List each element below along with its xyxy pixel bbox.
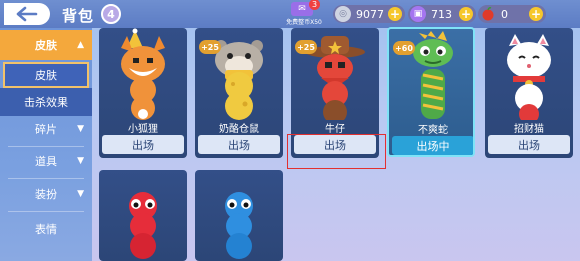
sidebar-item-fragments[interactable]: 碎片 ▼ — [0, 114, 92, 144]
skin-name: 小狐狸 — [128, 124, 158, 135]
free-coupon-button[interactable]: ✉ 3 免费整币X50 — [278, 0, 328, 27]
skin-card-lucky-cat[interactable]: 招财猫 出场 — [485, 28, 573, 158]
skin-name: 不爽蛇 — [418, 125, 448, 136]
bonus-badge: +60 — [393, 41, 415, 55]
level-badge: 4 — [101, 4, 121, 24]
skin-card-fox[interactable]: 小狐狸 出场 — [99, 28, 187, 158]
skin-card-red-snake[interactable] — [99, 170, 187, 261]
apple-icon — [480, 6, 496, 22]
gift-ticket-icon: ▣ — [410, 6, 426, 22]
top-bar: 背包 4 ✉ 3 免费整币X50 ◎ 9077 + ▣ 713 + 0 + — [0, 0, 580, 28]
lucky-cat-skin-image — [507, 34, 551, 124]
red-snake-skin-image — [129, 192, 157, 259]
bonus-badge: +25 — [199, 40, 221, 54]
deploy-button[interactable]: 出场 — [198, 135, 280, 154]
chevron-up-icon: ▲ — [77, 40, 84, 50]
sidebar-item-props[interactable]: 道具 ▼ — [0, 146, 92, 176]
highlight-annotation — [287, 134, 386, 169]
sidebar-item-skin[interactable]: 皮肤 ▲ — [0, 30, 92, 60]
silver-coin-icon: ◎ — [335, 6, 351, 22]
skin-name: 奶酪仓鼠 — [219, 124, 259, 135]
skin-card-snake[interactable]: +60 不爽蛇 出场中 — [387, 27, 475, 157]
skin-name: 牛仔 — [325, 124, 345, 135]
coupon-label: 免费整币X50 — [286, 19, 322, 26]
back-arrow-icon — [16, 6, 38, 22]
notification-badge: 3 — [309, 0, 320, 10]
ticket-counter: ▣ 713 + — [408, 5, 476, 23]
sidebar-subitem-skin[interactable]: 皮肤 — [3, 62, 89, 88]
sidebar-subitem-kill-effect[interactable]: 击杀效果 — [0, 88, 92, 116]
back-button[interactable] — [4, 3, 50, 25]
divider — [8, 211, 84, 212]
deploy-button[interactable]: 出场 — [488, 135, 570, 154]
fox-skin-image — [121, 28, 165, 120]
bonus-badge: +25 — [295, 40, 317, 54]
chevron-down-icon: ▼ — [77, 189, 84, 199]
skin-card-hamster[interactable]: +25 奶酪仓鼠 出场 — [195, 28, 283, 158]
add-apple-button[interactable]: + — [529, 7, 543, 21]
silver-coin-counter: ◎ 9077 + — [333, 5, 405, 23]
sidebar-item-emotes[interactable]: 表情 — [0, 214, 92, 244]
apple-counter: 0 + — [478, 5, 546, 23]
sidebar: 皮肤 ▲ 皮肤 击杀效果 碎片 ▼ 道具 ▼ 装扮 ▼ 表情 — [0, 28, 92, 261]
chevron-down-icon: ▼ — [77, 124, 84, 134]
chevron-down-icon: ▼ — [77, 156, 84, 166]
add-ticket-button[interactable]: + — [459, 7, 473, 21]
blue-snake-skin-image — [225, 192, 253, 259]
skin-card-blue-snake[interactable] — [195, 170, 283, 261]
page-title: 背包 — [62, 7, 95, 25]
sidebar-item-outfit[interactable]: 装扮 ▼ — [0, 179, 92, 209]
skin-name: 招财猫 — [514, 124, 544, 135]
add-coin-button[interactable]: + — [388, 7, 402, 21]
deploy-button-active[interactable]: 出场中 — [392, 136, 473, 155]
deploy-button[interactable]: 出场 — [102, 135, 184, 154]
